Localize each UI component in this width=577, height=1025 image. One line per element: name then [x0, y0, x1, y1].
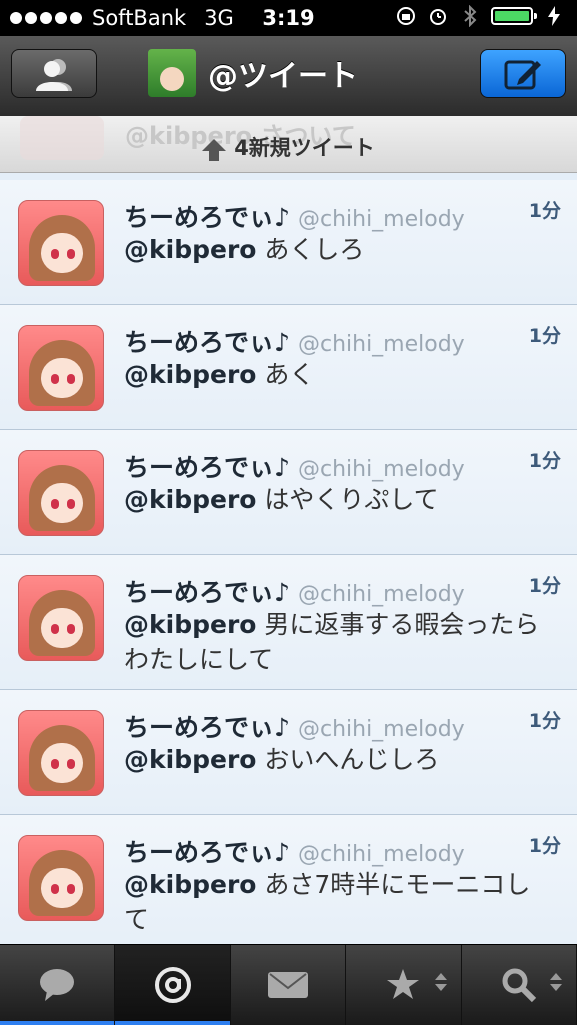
- tweet-handle: @chihi_melody: [297, 717, 465, 742]
- page-title: @ツイート: [208, 59, 358, 94]
- tweet-text: @kibpero あさ7時半にモーニコして: [124, 870, 531, 934]
- chevron-updown-icon: [434, 973, 447, 995]
- speech-bubble-icon: [40, 969, 75, 1001]
- tweet-text: @kibpero 男に返事する暇会ったらわたしにして: [124, 610, 540, 674]
- tab-indicator: [0, 1021, 115, 1025]
- tweet-time: 1分: [528, 325, 561, 347]
- compose-button[interactable]: [480, 49, 566, 98]
- chevron-updown-icon: [550, 973, 563, 995]
- compose-icon: [504, 60, 541, 89]
- accounts-button[interactable]: [11, 49, 97, 98]
- tweet-row[interactable]: ちーめろでぃ♪ @chihi_melody 1分 @kibpero あさ7時半にモ…: [0, 815, 577, 950]
- mention-link[interactable]: @kibpero: [124, 235, 256, 264]
- user-avatar[interactable]: [18, 450, 104, 536]
- orientation-lock-icon: [395, 5, 417, 27]
- charging-icon: [543, 5, 565, 27]
- tweet-time: 1分: [528, 710, 561, 732]
- tab-bar: [0, 944, 577, 1025]
- navigation-bar: @ツイート: [0, 36, 577, 117]
- mention-link[interactable]: @kibpero: [124, 745, 256, 774]
- tweet-text: @kibpero あくしろ: [124, 235, 365, 264]
- tweet-handle: @chihi_melody: [297, 842, 465, 867]
- search-icon: [502, 968, 536, 1003]
- tweet-author: ちーめろでぃ♪ @chihi_melody: [124, 203, 465, 232]
- mention-link[interactable]: @kibpero: [124, 870, 256, 899]
- at-icon: [154, 967, 191, 1003]
- alarm-icon: [427, 5, 449, 27]
- mention-link[interactable]: @kibpero: [124, 485, 256, 514]
- tweet-row[interactable]: ちーめろでぃ♪ @chihi_melody 1分 @kibpero あくしろ: [0, 180, 577, 305]
- tweet-text: @kibpero おいへんじしろ: [124, 745, 440, 774]
- tab-timeline[interactable]: [0, 945, 116, 1025]
- nav-title: @ツイート: [148, 49, 358, 97]
- status-right: [395, 5, 565, 27]
- status-bar: SoftBank 3G 3:19: [0, 0, 577, 36]
- mention-link[interactable]: @kibpero: [124, 610, 256, 639]
- arrow-up-icon: [202, 139, 227, 161]
- tab-indicator: [115, 1021, 230, 1025]
- mention-link[interactable]: @kibpero: [124, 360, 256, 389]
- account-avatar: [148, 49, 196, 97]
- tweet-time: 1分: [528, 450, 561, 472]
- tweet-row[interactable]: ちーめろでぃ♪ @chihi_melody 1分 @kibpero あく: [0, 305, 577, 430]
- tab-search[interactable]: [462, 945, 577, 1025]
- user-avatar[interactable]: [18, 835, 104, 921]
- user-avatar[interactable]: [18, 325, 104, 411]
- tweet-row[interactable]: ちーめろでぃ♪ @chihi_melody 1分 @kibpero おいへんじしろ: [0, 690, 577, 815]
- tweet-time: 1分: [528, 835, 561, 857]
- tweet-time: 1分: [528, 575, 561, 597]
- user-avatar[interactable]: [18, 575, 104, 661]
- tweet-author: ちーめろでぃ♪ @chihi_melody: [124, 838, 465, 867]
- battery-icon: [491, 7, 537, 25]
- new-tweets-banner[interactable]: @kibpero さついて 4新規ツイート: [0, 116, 577, 173]
- tweet-text: @kibpero あく: [124, 360, 315, 389]
- tweet-author: ちーめろでぃ♪ @chihi_melody: [124, 713, 465, 742]
- tweet-row[interactable]: ちーめろでぃ♪ @chihi_melody 1分 @kibpero 男に返事する暇…: [0, 555, 577, 690]
- tweet-author: ちーめろでぃ♪ @chihi_melody: [124, 453, 465, 482]
- envelope-icon: [268, 972, 309, 998]
- tweet-list: ちーめろでぃ♪ @chihi_melody 1分 @kibpero あくしろ ちー…: [0, 180, 577, 950]
- tweet-handle: @chihi_melody: [297, 332, 465, 357]
- star-icon: [387, 969, 420, 999]
- tweet-author: ちーめろでぃ♪ @chihi_melody: [124, 328, 465, 357]
- tab-favorites[interactable]: [346, 945, 462, 1025]
- users-icon: [36, 58, 72, 91]
- tab-mentions[interactable]: [115, 945, 231, 1025]
- new-tweets-label: 4新規ツイート: [0, 132, 577, 162]
- tweet-author: ちーめろでぃ♪ @chihi_melody: [124, 578, 465, 607]
- tweet-text: @kibpero はやくりぷして: [124, 485, 439, 514]
- tab-messages[interactable]: [231, 945, 347, 1025]
- tweet-row[interactable]: ちーめろでぃ♪ @chihi_melody 1分 @kibpero はやくりぷして: [0, 430, 577, 555]
- tweet-time: 1分: [528, 200, 561, 222]
- user-avatar[interactable]: [18, 200, 104, 286]
- user-avatar[interactable]: [18, 710, 104, 796]
- bluetooth-icon: [459, 5, 481, 27]
- tweet-handle: @chihi_melody: [297, 457, 465, 482]
- tweet-handle: @chihi_melody: [297, 207, 465, 232]
- tweet-handle: @chihi_melody: [297, 582, 465, 607]
